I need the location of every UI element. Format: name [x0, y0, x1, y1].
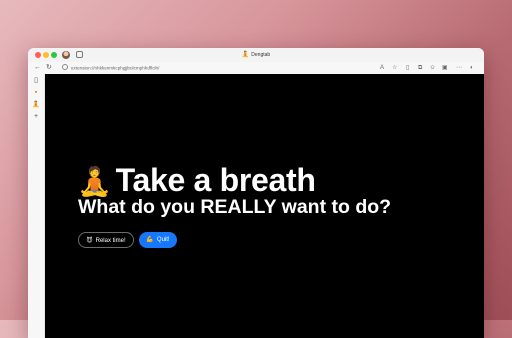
address-bar[interactable]: extension://nhkkenmkcphgjjbolcmphhdflcih…	[62, 64, 362, 72]
new-tab-plus-icon[interactable]: +	[32, 113, 40, 121]
browser-window: 🧘 Dengtab ← ↻ extension://nhkkenmkcphgjjb…	[28, 48, 484, 338]
relax-time-button[interactable]: 😈 Relax time!	[78, 232, 134, 248]
split-screen-icon[interactable]: ▯	[406, 64, 409, 72]
address-url: extension://nhkkenmkcphgjjbolcmphhdflcih…	[71, 65, 160, 71]
vertical-tabs-sidebar: ▯ ▪ 🧘 +	[28, 74, 45, 338]
page-content: 🧘 Take a breath What do you REALLY want t…	[45, 74, 484, 338]
sidebar-tab-favicon-icon[interactable]: ▪	[32, 89, 40, 97]
page-headline: 🧘 Take a breath	[77, 162, 316, 199]
quit-button-label: Quit!	[156, 237, 170, 243]
tab-title: Dengtab	[251, 52, 271, 58]
copilot-icon[interactable]: ◐	[470, 64, 474, 72]
flexed-bicep-emoji-icon: 💪	[146, 237, 154, 243]
quit-button[interactable]: 💪 Quit!	[139, 232, 177, 248]
sidebar-active-tab-icon[interactable]: 🧘	[32, 101, 40, 109]
back-arrow-icon[interactable]: ←	[34, 63, 41, 73]
favorites-icon[interactable]: ✩	[430, 64, 435, 72]
page-subheadline: What do you REALLY want to do?	[78, 196, 392, 218]
more-menu-icon[interactable]: ⋯	[456, 64, 462, 72]
headline-text: Take a breath	[115, 162, 316, 198]
devil-emoji-icon: 😈	[86, 238, 93, 244]
tab-favicon-icon: 🧘	[241, 52, 250, 58]
sidebar-toggle-icon[interactable]: ▯	[32, 77, 40, 85]
reload-icon[interactable]: ↻	[46, 63, 52, 73]
site-info-icon[interactable]	[62, 64, 68, 70]
title-bar: 🧘 Dengtab	[28, 48, 484, 62]
favorite-star-icon[interactable]: ☆	[392, 64, 397, 72]
collections-icon[interactable]: ▣	[442, 64, 448, 72]
meditation-emoji-icon: 🧘	[77, 166, 112, 197]
extensions-icon[interactable]: ⧉	[418, 64, 422, 72]
read-aloud-icon[interactable]: A	[380, 64, 384, 72]
active-tab[interactable]: 🧘 Dengtab	[28, 50, 484, 60]
relax-button-label: Relax time!	[95, 238, 126, 244]
